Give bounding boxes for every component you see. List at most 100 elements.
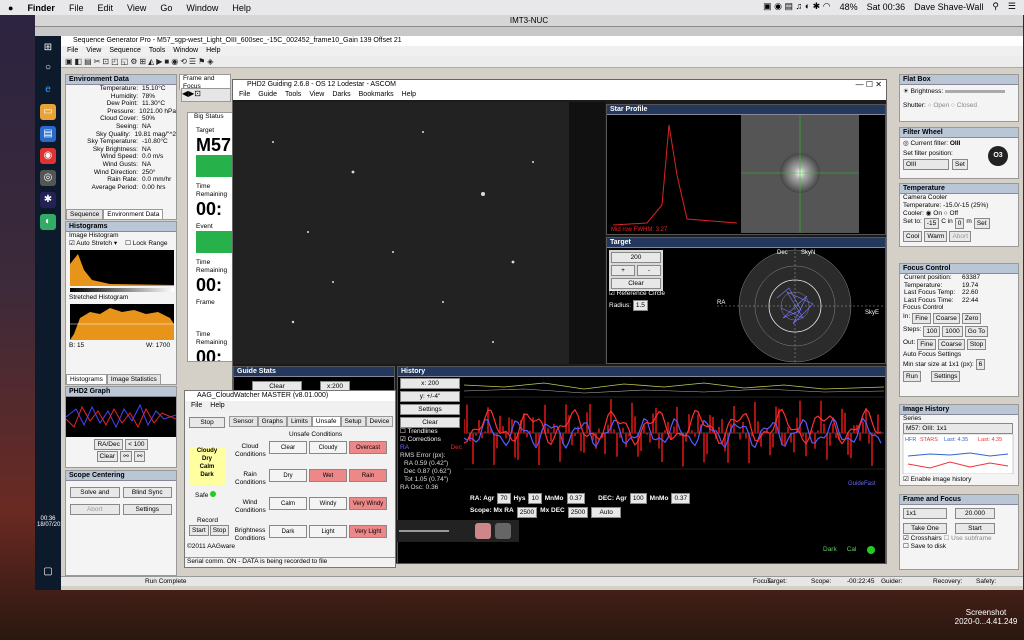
apple-icon[interactable]: ● — [8, 3, 13, 13]
target-scale-select[interactable]: 200 — [611, 252, 661, 263]
temp-set-button[interactable]: Set — [973, 218, 990, 229]
history-x-select[interactable]: x: 200 — [400, 378, 460, 389]
menu-file[interactable]: File — [69, 3, 84, 13]
sgp-menu-view[interactable]: View — [86, 46, 101, 56]
temp-abort-button[interactable]: Abort — [949, 231, 972, 242]
radec-button[interactable]: RA/Dec — [94, 439, 123, 450]
ff-start[interactable]: Start — [955, 523, 995, 534]
windows-start-icon[interactable]: ⊞ — [40, 40, 56, 56]
mxdec-input[interactable]: 2500 — [567, 507, 589, 518]
menu-finder[interactable]: Finder — [27, 3, 55, 13]
app-icon-2[interactable]: ◎ — [40, 170, 56, 186]
target-clear-button[interactable]: Clear — [611, 278, 661, 289]
cw-wind-calm[interactable]: Calm — [269, 497, 307, 510]
menu-edit[interactable]: Edit — [97, 3, 113, 13]
af-settings-button[interactable]: Settings — [930, 371, 961, 383]
link2-icon[interactable]: ⚯ — [134, 451, 146, 462]
cw-cloud-clear[interactable]: Clear — [269, 441, 307, 454]
tab-histograms[interactable]: Histograms — [66, 374, 107, 384]
flat-open[interactable]: Open — [933, 102, 949, 109]
phd-menu-view[interactable]: View — [309, 90, 324, 100]
chrome-icon[interactable]: ◉ — [40, 148, 56, 164]
sgp-menu-file[interactable]: File — [67, 46, 78, 56]
ff-binning-select[interactable]: 1x1 — [903, 508, 947, 519]
tray-clock[interactable]: 00:36 18/07/2020 — [37, 516, 67, 528]
cw-bright-light[interactable]: Light — [309, 525, 347, 538]
focus-in-coarse[interactable]: Coarse — [932, 313, 960, 325]
cw-menu-help[interactable]: Help — [210, 401, 224, 411]
dec-minmo-input[interactable]: 0.37 — [671, 493, 691, 504]
cooler-on[interactable]: On — [933, 210, 942, 217]
cin-input[interactable]: 0 — [954, 218, 965, 229]
hys-input[interactable]: 10 — [528, 493, 542, 504]
clock[interactable]: Sat 00:36 — [867, 2, 906, 12]
trendlines-checkbox[interactable]: ☐ Trendlines — [400, 428, 462, 436]
focus-out-coarse[interactable]: Coarse — [937, 339, 965, 351]
cw-tab-device[interactable]: Device — [365, 416, 394, 427]
cw-rain-rain[interactable]: Rain — [349, 469, 387, 482]
tab-image-stats[interactable]: Image Statistics — [106, 374, 161, 384]
auto-stretch-checkbox[interactable]: ☑ Auto Stretch ▾ — [69, 240, 117, 248]
tab-sequence[interactable]: Sequence — [66, 209, 104, 219]
focus-steps-1[interactable]: 100 — [923, 326, 941, 338]
mxra-input[interactable]: 2500 — [516, 507, 538, 518]
list-icon[interactable]: ☰ — [1008, 1, 1016, 12]
focus-in-fine[interactable]: Fine — [912, 313, 931, 325]
blind-sync-button[interactable]: Blind Sync — [122, 487, 172, 498]
link-icon[interactable]: ⚯ — [120, 451, 132, 462]
cw-rain-wet[interactable]: Wet — [309, 469, 347, 482]
user-name[interactable]: Dave Shave-Wall — [914, 2, 983, 12]
ff-cross[interactable]: ☑ Crosshairs ☐ Use subframe — [900, 535, 1018, 543]
phd-menu-bookmarks[interactable]: Bookmarks — [359, 90, 394, 100]
phd-icon[interactable]: ✱ — [40, 192, 56, 208]
ff-take-one[interactable]: Take One — [903, 523, 947, 534]
menu-help[interactable]: Help — [232, 3, 251, 13]
cooler-off[interactable]: Off — [949, 210, 958, 217]
guide-camera-image[interactable] — [233, 102, 605, 364]
sgp-toolbar[interactable]: ▣◧▤✂⊡◰◱⚙⊞◭▶■◉⟲☰⚑◈ — [61, 56, 1023, 68]
history-y-select[interactable]: y: +/-4" — [400, 391, 460, 402]
flat-brightness-slider[interactable] — [944, 90, 1005, 93]
fw-set-button[interactable]: Set — [952, 159, 968, 170]
ra-agr-input[interactable]: 70 — [497, 493, 511, 504]
cw-cloud-cloudy[interactable]: Cloudy — [309, 441, 347, 454]
cw-tab-sensor[interactable]: Sensor — [229, 416, 258, 427]
flat-closed[interactable]: Closed — [957, 102, 977, 109]
focus-goto[interactable]: Go To — [964, 326, 988, 338]
af-run-button[interactable]: Run — [903, 371, 921, 383]
ff-exposure-input[interactable]: 20.000 — [955, 508, 995, 519]
abort-button[interactable]: Abort — [70, 504, 120, 515]
cw-cloud-overcast[interactable]: Overcast — [349, 441, 387, 454]
search-icon[interactable]: ○ — [40, 60, 56, 76]
sgp-menu-help[interactable]: Help — [206, 46, 220, 56]
screenshot-file[interactable]: Screenshot 2020-0...4.41.249 — [952, 608, 1020, 626]
dec-agr-input[interactable]: 100 — [629, 493, 647, 504]
cw-wind-verywindy[interactable]: Very Windy — [349, 497, 387, 510]
focus-zero[interactable]: Zero — [961, 313, 982, 325]
app-icon[interactable]: ▤ — [40, 126, 56, 142]
sgp-menu-tools[interactable]: Tools — [149, 46, 165, 56]
edge-icon[interactable]: e — [40, 82, 56, 98]
battery-level[interactable]: 48% — [840, 2, 858, 12]
zoom-out-button[interactable]: - — [637, 265, 661, 276]
clear-button[interactable]: Clear — [96, 451, 119, 462]
fw-select[interactable]: OIII — [903, 159, 949, 170]
sgp-menu-sequence[interactable]: Sequence — [109, 46, 141, 56]
brain-icon[interactable] — [475, 523, 491, 539]
focus-stop[interactable]: Stop — [966, 339, 987, 351]
auto-select[interactable]: Auto — [591, 507, 622, 518]
cw-rain-dry[interactable]: Dry — [269, 469, 307, 482]
cw-tab-setup[interactable]: Setup — [340, 416, 366, 427]
search-icon[interactable]: ⚲ — [992, 1, 999, 12]
menu-view[interactable]: View — [127, 3, 146, 13]
solve-sync-button[interactable]: Solve and — [70, 487, 120, 498]
setto-input[interactable]: -15 — [923, 218, 940, 229]
cw-tab-limits[interactable]: Limits — [286, 416, 312, 427]
corrections-checkbox[interactable]: ☑ Corrections — [400, 436, 462, 444]
phd-menu-darks[interactable]: Darks — [332, 90, 350, 100]
ref-circle-checkbox[interactable]: ☑ Reference Circle — [609, 290, 665, 298]
sgp-icon[interactable]: ◐ — [40, 214, 56, 230]
minstar-input[interactable]: 6 — [975, 359, 986, 371]
cw-tab-graphs[interactable]: Graphs — [257, 416, 287, 427]
menu-window[interactable]: Window — [186, 3, 218, 13]
